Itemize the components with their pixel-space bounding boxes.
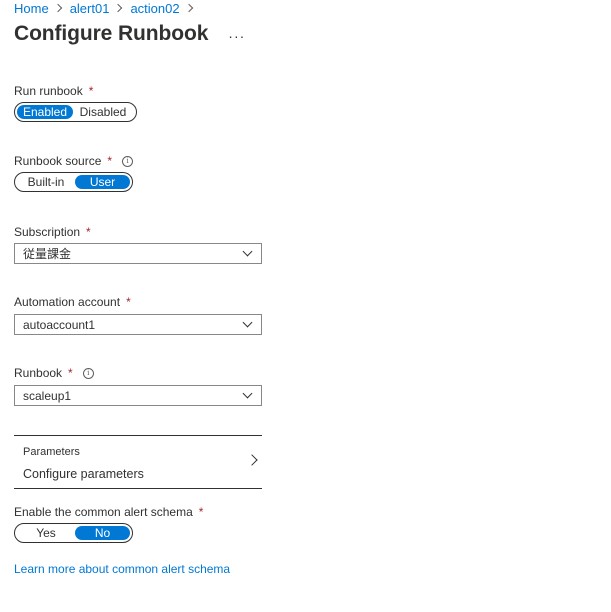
chevron-down-icon [242,246,253,257]
run-runbook-disabled-option[interactable]: Disabled [73,105,133,119]
runbook-dropdown[interactable]: scaleup1 [14,385,262,406]
learn-more-common-alert-schema-link[interactable]: Learn more about common alert schema [14,562,230,576]
run-runbook-enabled-option[interactable]: Enabled [17,105,73,119]
runbook-source-builtin-option[interactable]: Built-in [17,175,75,189]
chevron-down-icon [242,317,253,328]
run-runbook-label: Run runbook * [14,84,93,98]
chevron-right-icon [184,3,193,13]
runbook-source-user-option[interactable]: User [75,175,130,189]
chevron-right-icon [53,3,62,13]
common-alert-schema-no-option[interactable]: No [75,526,130,540]
automation-account-value: autoaccount1 [23,317,96,332]
subscription-dropdown[interactable]: 従量課金 [14,243,262,264]
parameters-title: Parameters [23,446,80,458]
common-alert-schema-toggle[interactable]: Yes No [14,523,133,543]
runbook-label-text: Runbook [14,366,63,380]
subscription-value: 従量課金 [23,247,72,261]
configure-runbook-pane: Home alert01 action02 Configure Runbook … [0,0,611,612]
required-marker: * [198,505,204,519]
runbook-source-label: Runbook source * i [14,154,134,168]
automation-account-dropdown[interactable]: autoaccount1 [14,314,262,335]
more-options-button[interactable]: ··· [228,25,245,43]
runbook-label: Runbook * i [14,366,94,380]
page-title: Configure Runbook [14,22,209,45]
common-alert-schema-label: Enable the common alert schema * [14,505,203,519]
runbook-source-toggle[interactable]: Built-in User [14,172,133,192]
runbook-source-label-text: Runbook source [14,154,102,168]
run-runbook-label-text: Run runbook [14,84,83,98]
run-runbook-toggle[interactable]: Enabled Disabled [14,102,137,122]
chevron-right-icon [246,454,258,466]
breadcrumb-alert[interactable]: alert01 [70,1,110,16]
info-icon[interactable]: i [82,367,94,379]
required-marker: * [68,366,73,380]
breadcrumb-home[interactable]: Home [14,1,49,16]
configure-parameters-link[interactable]: Parameters Configure parameters [14,435,262,489]
automation-account-label-text: Automation account [14,295,121,309]
title-row: Configure Runbook ··· [14,22,245,46]
subscription-label: Subscription * [14,225,91,239]
chevron-down-icon [242,388,253,399]
subscription-label-text: Subscription [14,225,81,239]
runbook-value: scaleup1 [23,388,72,403]
automation-account-label: Automation account * [14,295,131,309]
required-marker: * [88,84,94,98]
required-marker: * [126,295,131,309]
breadcrumb: Home alert01 action02 [14,0,201,16]
parameters-subtitle: Configure parameters [23,467,144,481]
common-alert-schema-label-text: Enable the common alert schema [14,505,193,519]
breadcrumb-action[interactable]: action02 [130,1,179,16]
info-icon[interactable]: i [122,155,134,167]
required-marker: * [107,154,113,168]
common-alert-schema-yes-option[interactable]: Yes [17,526,75,540]
chevron-right-icon [114,3,123,13]
required-marker: * [86,225,91,239]
